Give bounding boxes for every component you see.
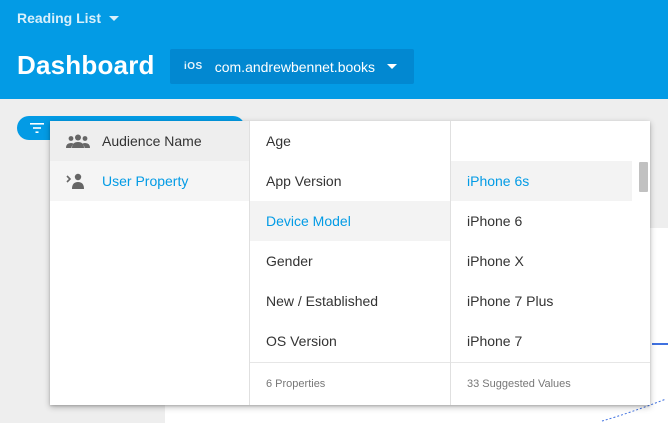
value-item-selected[interactable]: iPhone 6s [451, 161, 632, 201]
property-item[interactable]: OS Version [250, 321, 450, 361]
value-count: 33 Suggested Values [451, 362, 650, 405]
value-search-area[interactable] [451, 121, 650, 161]
caret-down-icon [109, 15, 120, 21]
value-item[interactable]: iPhone X [451, 241, 650, 281]
property-item[interactable]: Age [250, 121, 450, 161]
category-label: Audience Name [102, 133, 202, 149]
project-selector[interactable]: Reading List [17, 10, 120, 26]
value-column: iPhone 6s iPhone 6 iPhone X iPhone 7 Plu… [451, 121, 650, 405]
ios-platform-icon: iOS [184, 61, 203, 72]
user-property-icon [66, 172, 90, 190]
caret-down-icon [387, 64, 398, 69]
value-item[interactable]: iPhone 7 [451, 321, 650, 361]
scrollbar-thumb[interactable] [639, 162, 648, 192]
category-label: User Property [102, 173, 189, 189]
project-name: Reading List [17, 10, 102, 26]
property-item-selected[interactable]: Device Model [250, 201, 450, 241]
property-item[interactable]: Gender [250, 241, 450, 281]
audience-icon [66, 132, 90, 150]
value-item[interactable]: iPhone 7 Plus [451, 281, 650, 321]
property-item[interactable]: New / Established [250, 281, 450, 321]
page-title: Dashboard [17, 50, 155, 80]
filter-dropdown: Audience Name User Property Age App Vers… [50, 121, 650, 405]
app-selector[interactable]: iOS com.andrewbennet.books [170, 49, 414, 84]
property-item[interactable]: App Version [250, 161, 450, 201]
value-item[interactable]: iPhone 6 [451, 201, 650, 241]
category-user-property[interactable]: User Property [50, 161, 249, 201]
property-column: Age App Version Device Model Gender New … [250, 121, 451, 405]
app-id: com.andrewbennet.books [214, 58, 376, 75]
property-count: 6 Properties [250, 362, 450, 405]
chart-line-fragment [652, 343, 668, 345]
category-audience-name[interactable]: Audience Name [50, 121, 249, 161]
filter-icon [30, 123, 44, 133]
app-header: Reading List Dashboard iOS com.andrewben… [0, 0, 668, 99]
category-column: Audience Name User Property [50, 121, 250, 405]
